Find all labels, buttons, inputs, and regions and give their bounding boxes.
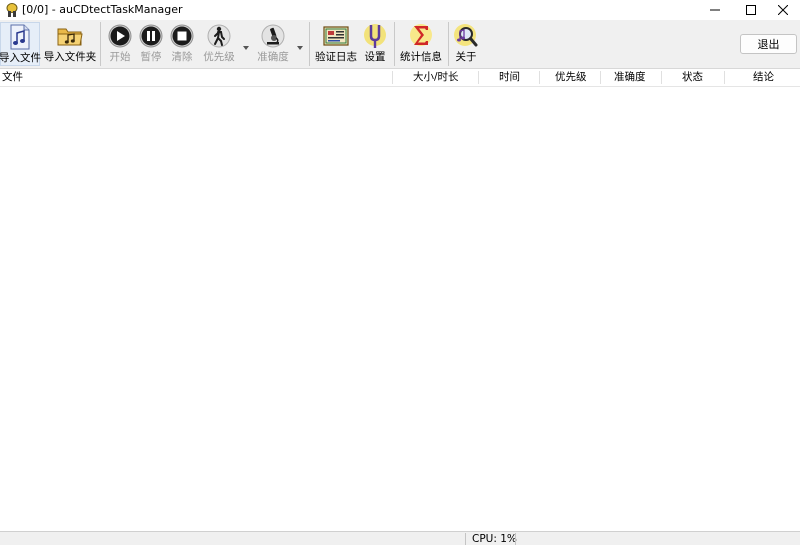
toolbar-separator [448,22,449,66]
walking-person-icon [205,22,233,50]
priority-dropdown-icon[interactable] [242,41,250,50]
magnifier-note-icon [452,22,480,50]
toolbar: 导入文件 导入文件夹 开始 暂停 清除 优先级 准确度 验证日志 设置 统计信息… [0,20,800,69]
import-file-button[interactable]: 导入文件 [0,22,41,66]
column-divider[interactable] [392,71,393,84]
verify-log-button[interactable]: 验证日志 [314,22,358,66]
exit-button[interactable]: 退出 [740,34,797,54]
column-header-file[interactable]: 文件 [2,69,23,86]
music-folder-icon [56,22,84,50]
play-icon [106,22,134,50]
status-divider [515,533,516,545]
about-label: 关于 [455,51,477,63]
column-divider[interactable] [478,71,479,84]
toolbar-separator [100,22,101,66]
file-list-header: 文件 大小/时长 时间 优先级 准确度 状态 结论 [0,69,800,87]
import-folder-label: 导入文件夹 [43,51,97,63]
title-bar: [0/0] - auCDtectTaskManager [0,0,800,20]
toolbar-separator [394,22,395,66]
priority-label: 优先级 [203,51,235,63]
column-header-time[interactable]: 时间 [499,69,520,86]
microscope-icon [259,22,287,50]
sigma-icon [407,22,435,50]
column-divider[interactable] [661,71,662,84]
settings-button[interactable]: 设置 [361,22,389,66]
priority-button[interactable]: 优先级 [200,22,238,66]
file-list[interactable] [0,87,800,531]
music-file-icon [6,23,34,51]
pause-icon [137,22,165,50]
accuracy-label: 准确度 [257,51,289,63]
column-divider[interactable] [539,71,540,84]
toolbar-separator [309,22,310,66]
status-bar: CPU: 1% [0,531,800,545]
close-button[interactable] [760,0,800,20]
column-header-priority[interactable]: 优先级 [555,69,587,86]
pause-button[interactable]: 暂停 [137,22,165,66]
tuning-fork-icon [361,22,389,50]
certificate-log-icon [322,22,350,50]
column-header-status[interactable]: 状态 [682,69,703,86]
cpu-usage: CPU: 1% [472,533,517,545]
accuracy-dropdown-icon[interactable] [296,41,304,50]
clear-label: 清除 [171,51,193,63]
column-divider[interactable] [600,71,601,84]
pause-label: 暂停 [140,51,162,63]
stop-icon [168,22,196,50]
import-folder-button[interactable]: 导入文件夹 [44,22,96,66]
app-icon [4,2,20,18]
verify-log-label: 验证日志 [315,51,357,63]
about-button[interactable]: 关于 [452,22,480,66]
column-header-size-duration[interactable]: 大小/时长 [413,69,459,86]
start-label: 开始 [109,51,131,63]
accuracy-button[interactable]: 准确度 [254,22,292,66]
column-header-accuracy[interactable]: 准确度 [614,69,646,86]
clear-button[interactable]: 清除 [168,22,196,66]
column-header-conclusion[interactable]: 结论 [753,69,774,86]
statistics-label: 统计信息 [400,51,442,63]
statistics-button[interactable]: 统计信息 [399,22,443,66]
settings-label: 设置 [364,51,386,63]
column-divider[interactable] [724,71,725,84]
window-title: [0/0] - auCDtectTaskManager [22,3,183,16]
import-file-label: 导入文件 [0,52,41,64]
start-button[interactable]: 开始 [106,22,134,66]
status-divider [465,533,466,545]
